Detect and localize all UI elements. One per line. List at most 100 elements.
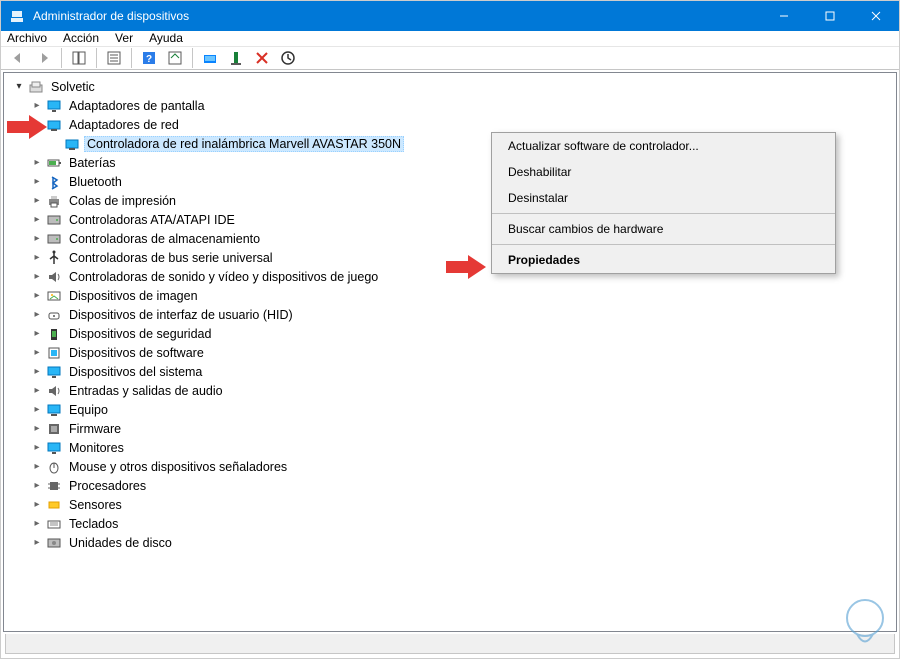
device-icon — [46, 269, 62, 285]
device-category[interactable]: Dispositivos de imagen — [8, 286, 896, 305]
expander-icon[interactable] — [30, 517, 44, 531]
expander-icon[interactable] — [30, 384, 44, 398]
device-label[interactable]: Controladoras ATA/ATAPI IDE — [66, 212, 238, 228]
expander-icon[interactable] — [30, 232, 44, 246]
context-menu-item[interactable]: Buscar cambios de hardware — [492, 216, 835, 242]
device-icon — [46, 155, 62, 171]
expander-icon[interactable] — [30, 422, 44, 436]
expander-icon[interactable] — [30, 213, 44, 227]
expander-icon[interactable] — [30, 479, 44, 493]
context-menu-item[interactable]: Deshabilitar — [492, 159, 835, 185]
device-label[interactable]: Dispositivos del sistema — [66, 364, 205, 380]
device-category[interactable]: Adaptadores de pantalla — [8, 96, 896, 115]
device-label[interactable]: Controladoras de bus serie universal — [66, 250, 276, 266]
device-label[interactable]: Colas de impresión — [66, 193, 179, 209]
device-category[interactable]: Dispositivos del sistema — [8, 362, 896, 381]
device-category[interactable]: Teclados — [8, 514, 896, 533]
device-icon — [46, 212, 62, 228]
device-icon — [46, 402, 62, 418]
device-label[interactable]: Entradas y salidas de audio — [66, 383, 226, 399]
device-label[interactable]: Dispositivos de interfaz de usuario (HID… — [66, 307, 296, 323]
expander-icon[interactable] — [30, 156, 44, 170]
menu-view[interactable]: Ver — [115, 31, 133, 45]
device-label[interactable]: Unidades de disco — [66, 535, 175, 551]
device-label[interactable]: Firmware — [66, 421, 124, 437]
device-icon — [46, 326, 62, 342]
device-category[interactable]: Procesadores — [8, 476, 896, 495]
device-label[interactable]: Teclados — [66, 516, 121, 532]
svg-text:?: ? — [146, 54, 152, 65]
scan-hardware-button[interactable] — [164, 47, 186, 69]
expander-icon[interactable] — [30, 194, 44, 208]
window-title: Administrador de dispositivos — [33, 9, 761, 23]
device-label[interactable]: Solvetic — [48, 79, 98, 95]
device-category[interactable]: Firmware — [8, 419, 896, 438]
device-icon — [46, 497, 62, 513]
device-category[interactable]: Solvetic — [8, 77, 896, 96]
device-label[interactable]: Mouse y otros dispositivos señaladores — [66, 459, 290, 475]
titlebar: Administrador de dispositivos — [1, 1, 899, 31]
back-button[interactable] — [7, 47, 29, 69]
context-menu[interactable]: Actualizar software de controlador...Des… — [491, 132, 836, 274]
device-icon — [46, 383, 62, 399]
help-button[interactable]: ? — [138, 47, 160, 69]
expander-icon[interactable] — [30, 498, 44, 512]
show-hide-console-button[interactable] — [68, 47, 90, 69]
device-label[interactable]: Dispositivos de imagen — [66, 288, 201, 304]
device-category[interactable]: Unidades de disco — [8, 533, 896, 552]
device-label[interactable]: Equipo — [66, 402, 111, 418]
device-category[interactable]: Mouse y otros dispositivos señaladores — [8, 457, 896, 476]
close-button[interactable] — [853, 1, 899, 31]
device-label[interactable]: Adaptadores de red — [66, 117, 182, 133]
expander-icon[interactable] — [30, 403, 44, 417]
expander-icon[interactable] — [30, 175, 44, 189]
device-label[interactable]: Sensores — [66, 497, 125, 513]
disable-button[interactable] — [251, 47, 273, 69]
expander-icon[interactable] — [30, 270, 44, 284]
device-label[interactable]: Bluetooth — [66, 174, 125, 190]
device-label[interactable]: Baterías — [66, 155, 119, 171]
annotation-arrow — [7, 115, 47, 139]
device-category[interactable]: Equipo — [8, 400, 896, 419]
menu-action[interactable]: Acción — [63, 31, 99, 45]
context-menu-item[interactable]: Desinstalar — [492, 185, 835, 211]
uninstall-button[interactable] — [225, 47, 247, 69]
device-label[interactable]: Controladoras de almacenamiento — [66, 231, 263, 247]
device-category[interactable]: Dispositivos de seguridad — [8, 324, 896, 343]
device-category[interactable]: Sensores — [8, 495, 896, 514]
device-label[interactable]: Dispositivos de software — [66, 345, 207, 361]
device-category[interactable]: Entradas y salidas de audio — [8, 381, 896, 400]
watermark-logo-icon — [835, 594, 895, 654]
expander-icon[interactable] — [30, 289, 44, 303]
device-category[interactable]: Dispositivos de interfaz de usuario (HID… — [8, 305, 896, 324]
device-label[interactable]: Controladora de red inalámbrica Marvell … — [84, 136, 404, 152]
expander-icon[interactable] — [30, 365, 44, 379]
menu-file[interactable]: Archivo — [7, 31, 47, 45]
device-label[interactable]: Procesadores — [66, 478, 149, 494]
device-category[interactable]: Monitores — [8, 438, 896, 457]
enable-button[interactable] — [277, 47, 299, 69]
expander-icon[interactable] — [30, 99, 44, 113]
forward-button[interactable] — [33, 47, 55, 69]
expander-icon[interactable] — [30, 327, 44, 341]
menu-help[interactable]: Ayuda — [149, 31, 183, 45]
expander-icon[interactable] — [30, 346, 44, 360]
expander-icon[interactable] — [30, 441, 44, 455]
maximize-button[interactable] — [807, 1, 853, 31]
expander-icon[interactable] — [30, 536, 44, 550]
update-driver-button[interactable] — [199, 47, 221, 69]
properties-button[interactable] — [103, 47, 125, 69]
expander-icon[interactable] — [12, 80, 26, 94]
device-label[interactable]: Controladoras de sonido y vídeo y dispos… — [66, 269, 381, 285]
device-category[interactable]: Dispositivos de software — [8, 343, 896, 362]
context-menu-item[interactable]: Actualizar software de controlador... — [492, 133, 835, 159]
expander-icon[interactable] — [30, 251, 44, 265]
expander-icon[interactable] — [30, 460, 44, 474]
device-icon — [46, 421, 62, 437]
device-label[interactable]: Monitores — [66, 440, 127, 456]
minimize-button[interactable] — [761, 1, 807, 31]
context-menu-item[interactable]: Propiedades — [492, 247, 835, 273]
expander-icon[interactable] — [30, 308, 44, 322]
device-label[interactable]: Adaptadores de pantalla — [66, 98, 208, 114]
device-label[interactable]: Dispositivos de seguridad — [66, 326, 214, 342]
